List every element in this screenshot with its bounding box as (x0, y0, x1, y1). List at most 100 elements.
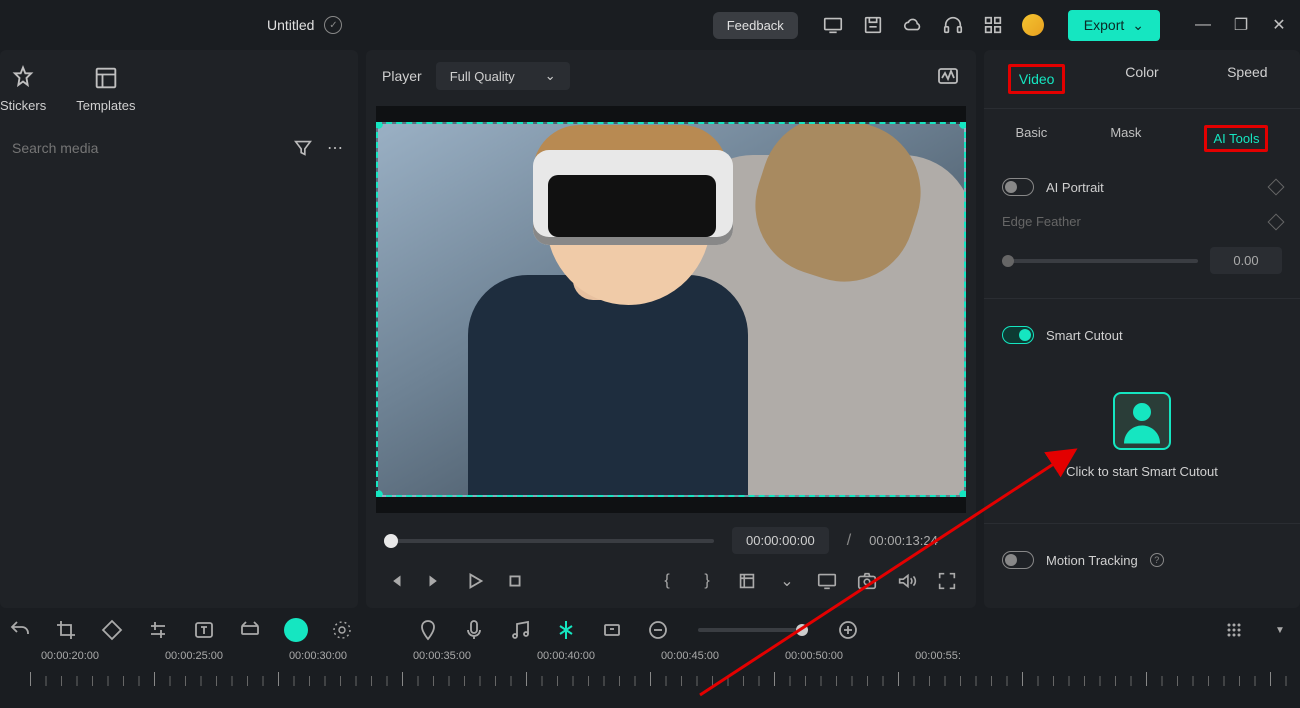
video-frame[interactable] (376, 122, 966, 497)
monitor-icon[interactable] (822, 14, 844, 36)
ruler-label: 00:00:25:00 (165, 650, 223, 662)
motion-tracking-label: Motion Tracking (1046, 553, 1138, 568)
edge-feather-slider[interactable] (1002, 259, 1198, 263)
subtab-mask[interactable]: Mask (1102, 121, 1149, 156)
ruler-label: 00:00:35:00 (413, 650, 471, 662)
music-icon[interactable] (508, 618, 532, 642)
quality-select[interactable]: Full Quality ⌄ (436, 62, 570, 90)
mark-out-icon[interactable]: } (696, 570, 718, 592)
smart-cutout-button[interactable] (1113, 392, 1171, 450)
chevron-down-icon: ⌄ (545, 68, 556, 84)
aspect-icon[interactable] (736, 570, 758, 592)
prev-frame-icon[interactable] (384, 570, 406, 592)
save-icon[interactable] (862, 14, 884, 36)
export-label: Export (1084, 17, 1124, 33)
zoom-in-icon[interactable] (836, 618, 860, 642)
filter-icon[interactable] (292, 137, 314, 159)
chevron-down-icon: ⌄ (1132, 17, 1144, 34)
progress-thumb[interactable] (384, 534, 398, 548)
video-content (378, 124, 964, 495)
tab-color[interactable]: Color (1089, 50, 1194, 108)
subtab-aitools[interactable]: AI Tools (1196, 121, 1276, 156)
zoom-out-icon[interactable] (646, 618, 670, 642)
stickers-icon (9, 64, 37, 92)
text-icon[interactable] (192, 618, 216, 642)
top-bar: Untitled ✓ Feedback Export ⌄ — ❐ ✕ (0, 0, 1300, 50)
snapshot-icon[interactable] (856, 570, 878, 592)
document-title: Untitled (267, 17, 314, 33)
more-icon[interactable]: ⋯ (324, 137, 346, 159)
dropdown-icon[interactable]: ▼ (1268, 618, 1292, 642)
slider-thumb[interactable] (1002, 255, 1014, 267)
resize-handle[interactable] (376, 490, 383, 497)
clip-icon[interactable] (238, 618, 262, 642)
templates-label: Templates (76, 98, 135, 113)
resize-handle[interactable] (959, 490, 966, 497)
user-avatar[interactable] (1022, 14, 1044, 36)
total-time: 00:00:13:24 (869, 533, 938, 548)
play-icon[interactable] (464, 570, 486, 592)
mic-icon[interactable] (462, 618, 486, 642)
minimize-button[interactable]: — (1194, 16, 1212, 34)
next-frame-icon[interactable] (424, 570, 446, 592)
tab-speed[interactable]: Speed (1195, 50, 1300, 108)
smart-cutout-label: Smart Cutout (1046, 328, 1282, 343)
effects-icon[interactable] (330, 618, 354, 642)
tag-icon[interactable] (100, 618, 124, 642)
ai-icon[interactable] (284, 618, 308, 642)
fullscreen-icon[interactable] (936, 570, 958, 592)
help-icon[interactable]: ? (1150, 553, 1164, 567)
ruler-label: 00:00:20:00 (41, 650, 99, 662)
keyframe-icon[interactable] (1268, 179, 1285, 196)
zoom-slider[interactable] (698, 628, 808, 632)
scopes-icon[interactable] (936, 64, 960, 88)
mark-in-icon[interactable]: { (656, 570, 678, 592)
headphones-icon[interactable] (942, 14, 964, 36)
export-button[interactable]: Export ⌄ (1068, 10, 1160, 41)
chevron-down-icon[interactable]: ⌄ (776, 570, 798, 592)
progress-bar[interactable] (384, 539, 714, 543)
keyframe-icon[interactable] (1268, 213, 1285, 230)
right-panel: Video Color Speed Basic Mask AI Tools AI… (984, 50, 1300, 608)
edge-feather-label: Edge Feather (1002, 214, 1258, 229)
undo-icon[interactable] (8, 618, 32, 642)
zoom-thumb[interactable] (796, 624, 808, 636)
time-separator: / (847, 532, 851, 550)
maximize-button[interactable]: ❐ (1232, 16, 1250, 34)
volume-icon[interactable] (896, 570, 918, 592)
display-icon[interactable] (816, 570, 838, 592)
quality-value: Full Quality (450, 69, 515, 84)
split-icon[interactable] (554, 618, 578, 642)
stickers-tab[interactable]: Stickers (0, 64, 46, 113)
left-panel: Stickers Templates ⋯ (0, 50, 358, 608)
crop-icon[interactable] (54, 618, 78, 642)
smart-cutout-cta: Click to start Smart Cutout (1066, 464, 1218, 479)
ai-portrait-label: AI Portrait (1046, 180, 1258, 195)
current-time: 00:00:00:00 (732, 527, 829, 554)
templates-tab[interactable]: Templates (76, 64, 135, 113)
stop-icon[interactable] (504, 570, 526, 592)
search-input[interactable] (12, 140, 282, 156)
apps-icon[interactable] (982, 14, 1004, 36)
motion-tracking-toggle[interactable] (1002, 551, 1034, 569)
frame-icon[interactable] (600, 618, 624, 642)
ai-portrait-toggle[interactable] (1002, 178, 1034, 196)
saved-check-icon: ✓ (324, 16, 342, 34)
close-button[interactable]: ✕ (1270, 16, 1288, 34)
tab-video[interactable]: Video (984, 50, 1089, 108)
subtab-basic[interactable]: Basic (1008, 121, 1056, 156)
player-panel: Player Full Quality ⌄ (366, 50, 976, 608)
grid-icon[interactable] (1222, 618, 1246, 642)
preview-area[interactable] (376, 106, 966, 513)
feedback-button[interactable]: Feedback (713, 12, 798, 39)
timeline-panel: ▼ 00:00:20:00 00:00:25:00 00:00:30:00 00… (0, 608, 1300, 708)
marker-icon[interactable] (416, 618, 440, 642)
ruler-label: 00:00:45:00 (661, 650, 719, 662)
edge-feather-value[interactable]: 0.00 (1210, 247, 1282, 274)
adjust-icon[interactable] (146, 618, 170, 642)
resize-handle[interactable] (959, 122, 966, 129)
ruler-label: 00:00:50:00 (785, 650, 843, 662)
timeline-ruler[interactable]: 00:00:20:00 00:00:25:00 00:00:30:00 00:0… (30, 650, 1300, 690)
smart-cutout-toggle[interactable] (1002, 326, 1034, 344)
cloud-icon[interactable] (902, 14, 924, 36)
